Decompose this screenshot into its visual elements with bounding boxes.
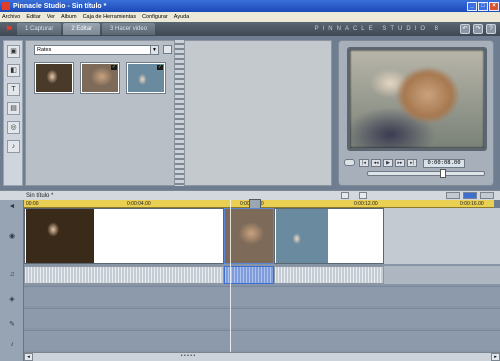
go-to-end-icon[interactable]: ▸| [407,159,417,167]
fast-forward-icon[interactable]: ▸▸ [395,159,405,167]
timeline-tracks [24,208,500,352]
timeline-ruler[interactable]: 00:00 0:00:04.00 0:00:08.00 0:00:12.00 0… [24,199,494,209]
player-controls: |◂ ◂◂ ▶ ▸▸ ▸| 0:00:08.00 [359,158,489,168]
audio-track-icon[interactable]: ♫ [6,270,18,279]
ruler-tick-label: 0:00:16.00 [460,201,484,207]
player-scrubber[interactable] [367,169,485,178]
video-clip[interactable] [224,208,274,264]
mode-tabs: ⚑ 1 Capturar 2 Editar 3 Hacer video PINN… [0,22,500,36]
minimize-button[interactable]: _ [467,1,477,11]
tab-editar[interactable]: 2 Editar [63,23,101,35]
sound-effect-track[interactable] [24,308,500,328]
title-overlay-track[interactable] [24,286,500,306]
clip-thumb-image [276,209,328,263]
preview-screen [347,47,487,151]
undo-icon[interactable]: ↶ [460,24,470,34]
timeline-playhead[interactable] [230,200,231,360]
video-scenes-icon[interactable]: ▣ [7,45,20,58]
redo-icon[interactable]: ↷ [473,24,483,34]
album-scene-thumb[interactable]: ✓ [80,62,120,94]
maximize-button[interactable]: □ [478,1,488,11]
video-clip[interactable] [24,208,224,264]
track-icons-column: ◄ ◉ ♫ ◈ ✎ ♪ [0,200,24,361]
ruler-tick-label: 0:00:12.00 [354,201,378,207]
album-right-page [184,40,332,186]
go-to-start-icon[interactable]: |◂ [359,159,369,167]
scroll-left-icon[interactable]: ◂ [24,353,33,361]
timeline-scrollbar[interactable]: ◂ • • • • • ▸ [24,352,500,361]
album-spiral-binding [175,40,184,186]
preview-frame-image [350,50,484,148]
ruler-tick-label: 00:00 [26,201,39,207]
album-toolbar: ▣ ◧ T ▤ ◎ ♪ [3,40,23,186]
scrubber-handle[interactable] [440,169,446,178]
menu-configurar[interactable]: Configurar [142,14,168,20]
disc-menus-icon[interactable]: ◎ [7,121,20,134]
clip-thumb-image [225,209,273,263]
checkmark-icon: ✓ [111,64,117,70]
app-icon [2,2,10,10]
scene-thumb-image [36,64,72,92]
sound-effects-icon[interactable]: ♪ [7,140,20,153]
album-select-value: Rates [37,47,52,53]
camera-track-icon[interactable]: ◉ [6,232,18,241]
album-panel: Rates ▼ ✓ ✓ [25,40,175,186]
scroll-right-icon[interactable]: ▸ [491,353,500,361]
checkmark-icon: ✓ [157,64,163,70]
audio-waveform[interactable] [24,266,224,284]
audio-waveform[interactable] [274,266,384,284]
menu-caja-herramientas[interactable]: Caja de Herramientas [83,14,137,20]
transitions-icon[interactable]: ◧ [7,64,20,77]
rewind-icon[interactable]: ◂◂ [371,159,381,167]
text-view-icon[interactable] [480,192,494,199]
album-select[interactable]: Rates ▼ [34,45,159,55]
razor-icon[interactable] [341,192,349,199]
music-track[interactable] [24,330,500,350]
titles-icon[interactable]: T [7,83,20,96]
project-title: Sin título * [26,192,54,199]
clip-thumb-image [26,209,94,263]
title-track-icon[interactable]: ◈ [6,295,18,304]
menu-album[interactable]: Album [61,14,77,20]
camera-icon[interactable] [344,159,355,166]
brand-label: PINNACLE STUDIO 8 [314,26,442,32]
menu-archivo[interactable]: Archivo [2,14,20,20]
title-bar: Pinnacle Studio - Sin título * _ □ × [0,0,500,12]
tab-capturar[interactable]: 1 Capturar [17,23,62,35]
still-images-icon[interactable]: ▤ [7,102,20,115]
storyboard-view-icon[interactable] [446,192,460,199]
audio-waveform[interactable] [224,266,274,284]
menu-editar[interactable]: Editar [26,14,40,20]
album-scene-thumb[interactable] [34,62,74,94]
close-button[interactable]: × [489,1,499,11]
help-icon[interactable]: ? [486,24,496,34]
video-clip[interactable] [274,208,384,264]
player-panel: |◂ ◂◂ ▶ ▸▸ ▸| 0:00:08.00 [338,40,494,186]
tab-hacer-video[interactable]: 3 Hacer video [102,23,156,35]
pinnacle-flag-icon: ⚑ [4,24,14,34]
trash-icon[interactable] [359,192,367,199]
sound-effect-track-icon[interactable]: ✎ [6,320,18,329]
menu-bar: Archivo Editar Ver Album Caja de Herrami… [0,12,500,22]
menu-ayuda[interactable]: Ayuda [174,14,190,20]
menu-ver[interactable]: Ver [47,14,55,20]
speaker-icon[interactable]: ◄ [6,202,18,211]
pinnacle-studio-window: Pinnacle Studio - Sin título * _ □ × Arc… [0,0,500,361]
scroll-thumb[interactable]: • • • • • [178,354,198,360]
player-timecode[interactable]: 0:00:08.00 [423,158,465,168]
window-title: Pinnacle Studio - Sin título * [13,2,107,10]
music-track-icon[interactable]: ♪ [6,340,18,349]
ruler-tick-label: 0:00:04.00 [127,201,151,207]
chevron-down-icon[interactable]: ▼ [150,46,158,54]
timeline-view-icon[interactable] [463,192,477,199]
album-scene-thumb[interactable]: ✓ [126,62,166,94]
album-folder-button[interactable] [163,45,172,54]
play-icon[interactable]: ▶ [383,159,393,167]
